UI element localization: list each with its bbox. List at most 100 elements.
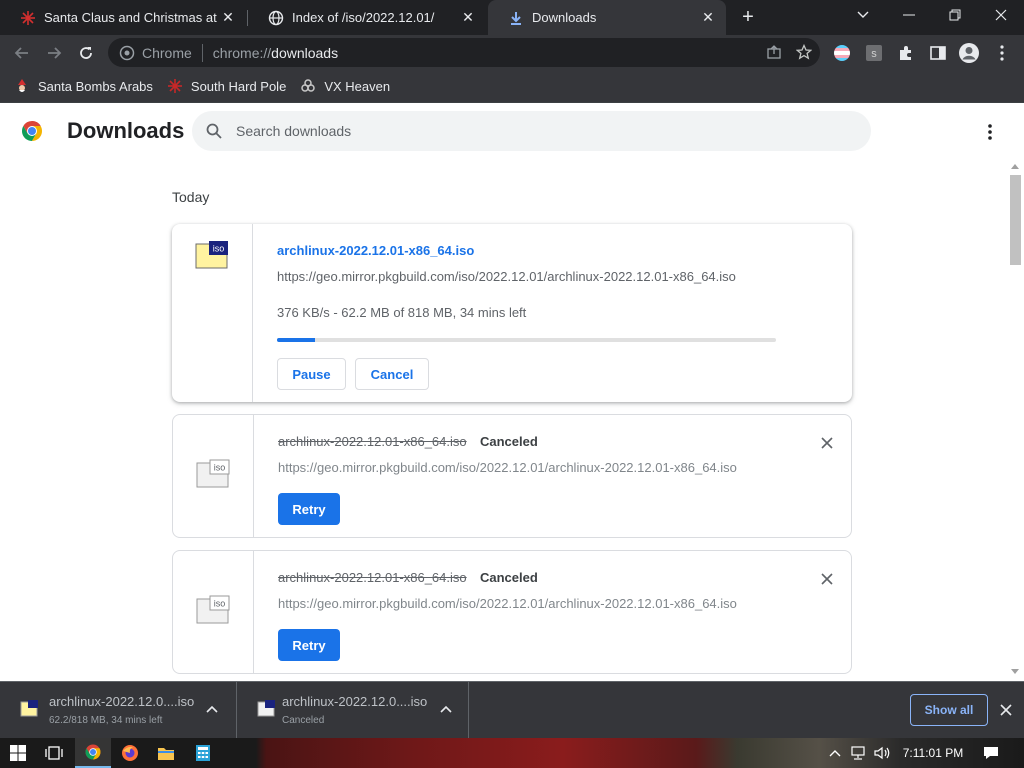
download-filename: archlinux-2022.12.01-x86_64.iso: [278, 570, 467, 585]
calculator-app-icon[interactable]: [185, 738, 221, 768]
new-tab-button[interactable]: +: [737, 6, 759, 28]
tab-search-chevron-icon[interactable]: [840, 0, 886, 30]
download-filename: archlinux-2022.12.01-x86_64.iso: [278, 434, 467, 449]
pause-button[interactable]: Pause: [277, 358, 346, 390]
red-snowflake-icon: [20, 10, 36, 26]
chrome-page-icon: [119, 45, 135, 61]
shelf-item-status: 62.2/818 MB, 34 mins left: [49, 715, 163, 726]
svg-text:iso: iso: [213, 244, 225, 254]
shelf-download-item[interactable]: archlinux-2022.12.0....iso 62.2/818 MB, …: [0, 682, 237, 738]
shelf-download-item[interactable]: archlinux-2022.12.0....iso Canceled: [237, 682, 469, 738]
download-url[interactable]: https://geo.mirror.pkgbuild.com/iso/2022…: [277, 269, 736, 284]
remove-close-icon[interactable]: [819, 435, 835, 451]
s-extension-icon[interactable]: s: [863, 42, 885, 64]
download-arrow-icon: [508, 10, 524, 26]
show-all-button[interactable]: Show all: [910, 694, 988, 726]
network-icon[interactable]: [848, 738, 870, 768]
download-status: Canceled: [480, 570, 538, 585]
pride-flag-extension-icon[interactable]: [831, 42, 853, 64]
bookmark-vx-heaven[interactable]: VX Heaven: [300, 78, 390, 94]
chrome-menu-icon[interactable]: [991, 42, 1013, 64]
windows-taskbar: 7:11:01 PM: [0, 738, 1024, 768]
iso-file-icon: iso: [196, 459, 230, 489]
bookmark-label: Santa Bombs Arabs: [38, 78, 153, 94]
download-item: iso archlinux-2022.12.01-x86_64.iso http…: [172, 224, 852, 402]
bookmark-santa-bombs-arabs[interactable]: Santa Bombs Arabs: [14, 78, 153, 94]
omnibox-chrome-label: Chrome: [142, 44, 192, 61]
shelf-item-name: archlinux-2022.12.0....iso: [282, 694, 428, 709]
reload-icon: [80, 47, 92, 59]
bookmarks-bar: Santa Bombs Arabs South Hard Pole VX Hea…: [0, 70, 1024, 103]
chevron-up-icon[interactable]: [205, 702, 219, 716]
windows-start-icon[interactable]: [0, 738, 36, 768]
remove-close-icon[interactable]: [819, 571, 835, 587]
firefox-taskbar-icon[interactable]: [112, 738, 148, 768]
svg-text:iso: iso: [214, 463, 226, 473]
red-snowflake-icon: [167, 78, 183, 94]
omnibox-separator: [201, 43, 203, 62]
date-group-header: Today: [172, 189, 210, 205]
globe-icon: [268, 10, 284, 26]
tab-santa-claus[interactable]: Santa Claus and Christmas at the ✕: [0, 0, 246, 35]
tab-index-iso[interactable]: Index of /iso/2022.12.01/ ✕: [248, 0, 486, 35]
url-host: downloads: [271, 44, 339, 61]
notification-center-icon[interactable]: [980, 738, 1002, 768]
bookmark-label: South Hard Pole: [190, 78, 287, 94]
scroll-up-arrow-icon[interactable]: [1011, 164, 1019, 169]
chevron-up-icon[interactable]: [439, 702, 453, 716]
share-icon[interactable]: [766, 44, 782, 63]
tab-downloads[interactable]: Downloads ✕: [488, 0, 726, 35]
window-close-button[interactable]: [978, 0, 1024, 30]
close-icon[interactable]: ✕: [220, 9, 236, 26]
retry-button[interactable]: Retry: [278, 629, 340, 661]
chrome-logo-icon: [20, 119, 44, 143]
forward-button[interactable]: [40, 39, 68, 67]
download-url: https://geo.mirror.pkgbuild.com/iso/2022…: [278, 596, 737, 611]
retry-button[interactable]: Retry: [278, 493, 340, 525]
shelf-close-icon[interactable]: [997, 701, 1015, 719]
profile-avatar-icon[interactable]: [958, 42, 980, 64]
more-actions-icon[interactable]: [978, 120, 1002, 144]
file-explorer-icon[interactable]: [148, 738, 184, 768]
iso-file-icon: iso: [196, 595, 230, 625]
download-status: Canceled: [480, 434, 538, 449]
volume-icon[interactable]: [872, 738, 894, 768]
restore-button[interactable]: [932, 0, 978, 30]
back-arrow-icon: [14, 47, 28, 59]
minimize-button[interactable]: [886, 0, 932, 30]
page-title: Downloads: [67, 118, 185, 143]
extensions-puzzle-icon[interactable]: [895, 42, 917, 64]
reload-button[interactable]: [72, 39, 100, 67]
download-shelf: archlinux-2022.12.0....iso 62.2/818 MB, …: [0, 681, 1024, 738]
bookmark-label: VX Heaven: [324, 78, 391, 94]
santa-icon: [14, 78, 30, 94]
download-filename-link[interactable]: archlinux-2022.12.01-x86_64.iso: [277, 243, 474, 258]
search-input[interactable]: [236, 123, 836, 139]
tab-title: Santa Claus and Christmas at the: [44, 10, 220, 25]
bookmark-star-icon[interactable]: [795, 43, 813, 63]
tab-strip: Santa Claus and Christmas at the ✕ Index…: [0, 0, 1024, 35]
back-button[interactable]: [8, 39, 36, 67]
search-box[interactable]: [192, 111, 871, 151]
cancel-button[interactable]: Cancel: [355, 358, 429, 390]
side-panel-icon[interactable]: [927, 42, 949, 64]
close-icon[interactable]: ✕: [700, 9, 716, 26]
address-bar[interactable]: Chrome chrome://downloads: [108, 38, 820, 67]
download-item: iso archlinux-2022.12.01-x86_64.iso Canc…: [172, 414, 852, 538]
close-icon[interactable]: ✕: [460, 9, 476, 26]
svg-text:s: s: [871, 48, 877, 60]
progress-bar: [277, 338, 776, 342]
omnibox-actions: [766, 43, 813, 63]
tab-title: Index of /iso/2022.12.01/: [292, 10, 435, 25]
scrollbar-thumb[interactable]: [1010, 175, 1021, 265]
iso-file-icon: [20, 699, 38, 717]
downloads-page: Downloads Today iso archlinux-2022.12.01…: [0, 103, 1024, 681]
taskbar-clock[interactable]: 7:11:01 PM: [898, 738, 968, 768]
page-header: Downloads: [0, 103, 1024, 159]
scroll-down-arrow-icon[interactable]: [1011, 669, 1019, 674]
tray-chevron-up-icon[interactable]: [826, 738, 844, 768]
bookmark-south-hard-pole[interactable]: South Hard Pole: [167, 78, 286, 94]
svg-text:iso: iso: [214, 599, 226, 609]
task-view-icon[interactable]: [36, 738, 72, 768]
chrome-taskbar-icon[interactable]: [75, 738, 111, 768]
